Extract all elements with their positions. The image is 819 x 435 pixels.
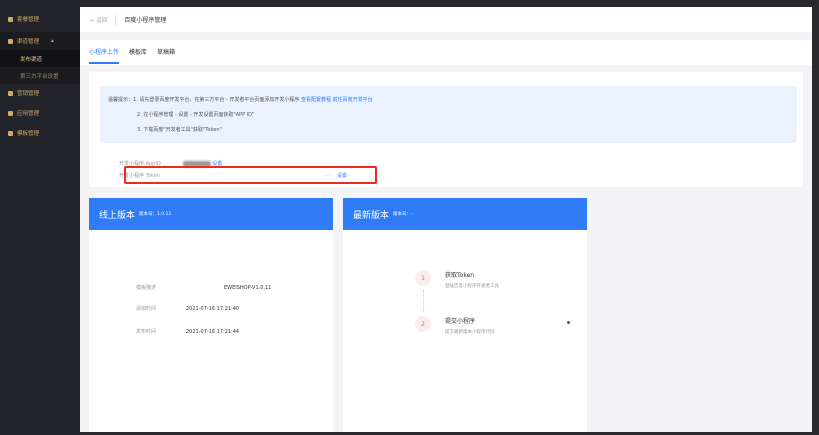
- online-version-card: 线上版本 版本号：1.0.11 模板描述 EWEISHOP-V1.0.11 添加时间…: [89, 198, 333, 432]
- sidebar-item-label: 营销管理: [17, 91, 40, 97]
- sidebar-item-channel[interactable]: 渠道管理 ▴: [0, 32, 80, 50]
- card-title: 线上版本: [99, 210, 136, 221]
- latest-version-card: 最新版本 版本号：- 1 获取Token 登陆百度小程序开发者工具 2 提交小程序提交最…: [343, 198, 587, 432]
- divider: [115, 14, 117, 25]
- sidebar-item-package[interactable]: 套餐管理: [0, 10, 80, 28]
- tab-upload[interactable]: 小程序上传: [89, 40, 120, 65]
- version-number: 版本号：-: [393, 212, 413, 217]
- channel-icon: [8, 38, 13, 44]
- step-title: 获取Token: [445, 272, 475, 279]
- tips-alert: 温馨提示：1. 请先登录百度开发平台，在第三方平台 - 开发者平台页面添加开发小…: [100, 86, 797, 143]
- row-label: 模板描述: [136, 285, 157, 291]
- tabs: 小程序上传 模板库 草稿箱: [80, 40, 812, 65]
- sidebar-item-third-party[interactable]: 第三方平台设置: [0, 67, 80, 84]
- step-title: 提交小程序: [445, 318, 476, 325]
- row-value: 2021-07-16 17:21:40: [186, 306, 240, 312]
- sidebar-item-marketing[interactable]: 营销管理: [0, 84, 80, 102]
- config-tutorial-link[interactable]: 查看配置教程: [301, 97, 331, 103]
- step-desc: 登陆百度小程序开发者工具: [445, 284, 499, 289]
- version-number: 版本号：1.0.11: [139, 212, 172, 217]
- settings-panel: 温馨提示：1. 请先登录百度开发平台，在第三方平台 - 开发者平台页面添加开发小…: [89, 72, 803, 187]
- sidebar-item-template[interactable]: 模板管理: [0, 124, 80, 142]
- sidebar-item-label: 套餐管理: [17, 17, 40, 23]
- tips-line: 1. 请先登录百度开发平台，在第三方平台 - 开发者平台页面添加开发小程序: [133, 97, 300, 103]
- row-label: 发布时间: [136, 329, 157, 335]
- tips-line: 3. 下载百度"开发者工具"获取"Token": [137, 127, 222, 133]
- apps-icon: [8, 110, 13, 116]
- sidebar: 套餐管理 渠道管理 ▴ 发布渠道 第三方平台设置 营销管理 应用管理 模板管理: [0, 0, 80, 435]
- template-icon: [8, 130, 13, 136]
- main-content: ← 返回 百度小程序管理 小程序上传 模板库 草稿箱 温馨提示：1. 请先登录百…: [80, 7, 812, 432]
- step-number: 1: [415, 270, 431, 286]
- step-submit: 2 提交小程序提交最新版本小程序代码: [415, 316, 495, 335]
- sidebar-item-label: 应用管理: [17, 111, 40, 117]
- tips-prefix: 温馨提示：: [108, 97, 134, 103]
- row-label: 添加时间: [136, 306, 157, 312]
- page-title: 百度小程序管理: [124, 17, 167, 24]
- step-get-token: 1 获取Token 登陆百度小程序开发者工具: [415, 270, 499, 289]
- sidebar-item-publish-channel[interactable]: 发布渠道: [0, 50, 80, 67]
- tab-drafts[interactable]: 草稿箱: [157, 40, 175, 65]
- baidu-platform-link[interactable]: 前往百度开发平台: [333, 97, 373, 103]
- step-connector: [423, 290, 424, 312]
- step-desc: 提交最新版本小程序代码: [445, 330, 495, 335]
- added-time-row: 添加时间 2021-07-16 17:21:40: [136, 305, 239, 312]
- tips-line: 2. 在小程序管理 - 设置 - 开发设置页面获取"APP ID": [137, 112, 255, 118]
- card-title: 最新版本: [353, 210, 390, 221]
- sidebar-item-apps[interactable]: 应用管理: [0, 104, 80, 122]
- page-header: ← 返回 百度小程序管理: [80, 7, 812, 32]
- sidebar-item-label: 模板管理: [17, 131, 40, 137]
- row-value: 2021-07-16 17:21:44: [186, 329, 240, 335]
- template-desc-row: 模板描述 EWEISHOP-V1.0.11: [136, 284, 271, 291]
- tab-template-library[interactable]: 模板库: [129, 40, 147, 65]
- marketing-icon: [8, 90, 13, 96]
- highlight-box: [124, 166, 377, 184]
- package-icon: [8, 16, 13, 22]
- step-number: 2: [415, 316, 431, 332]
- back-button[interactable]: ← 返回: [90, 16, 107, 24]
- publish-time-row: 发布时间 2021-07-16 17:21:44: [136, 328, 239, 335]
- sidebar-item-label: 渠道管理: [17, 39, 40, 45]
- status-dot: [567, 321, 570, 324]
- chevron-up-icon: ▴: [51, 38, 54, 44]
- row-value: EWEISHOP-V1.0.11: [224, 285, 272, 291]
